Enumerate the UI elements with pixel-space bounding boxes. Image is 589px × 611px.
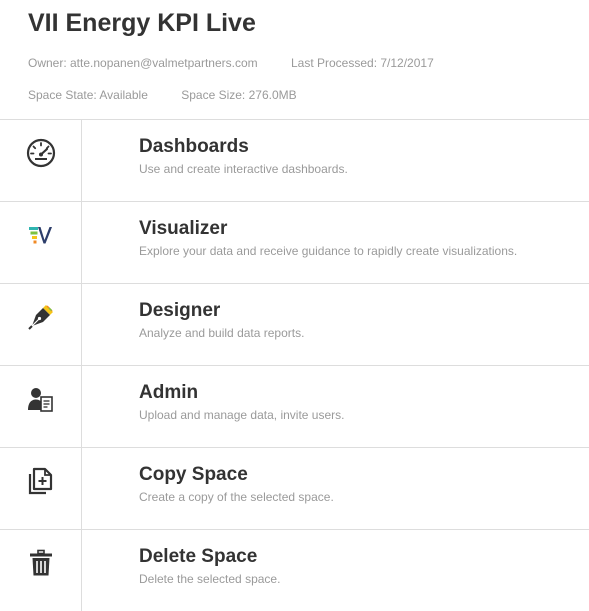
copy-add-icon — [26, 466, 56, 496]
visualizer-logo-icon — [26, 220, 56, 250]
menu-item-delete-space-desc: Delete the selected space. — [139, 572, 281, 586]
menu-item-dashboards-label: Dashboards — [139, 136, 249, 157]
menu-item-delete-space-label: Delete Space — [139, 546, 258, 567]
last-processed-label: Last Processed: 7/12/2017 — [290, 56, 434, 70]
menu-item-visualizer[interactable]: Visualizer Explore your data and receive… — [0, 202, 589, 284]
space-header: VII Energy KPI Live Owner: atte.nopanen@… — [0, 0, 589, 119]
space-state-label: Space State: Available — [28, 88, 148, 102]
menu-item-dashboards-desc: Use and create interactive dashboards. — [139, 162, 348, 176]
owner-label: Owner: atte.nopanen@valmetpartners.com — [28, 56, 258, 70]
menu-item-visualizer-desc: Explore your data and receive guidance t… — [139, 244, 518, 258]
menu-item-copy-space-label: Copy Space — [139, 464, 248, 485]
menu-item-copy-space-desc: Create a copy of the selected space. — [139, 490, 334, 504]
space-size-label: Space Size: 276.0MB — [181, 88, 297, 102]
menu-item-designer[interactable]: Designer Analyze and build data reports. — [0, 284, 589, 366]
pen-nib-icon — [26, 302, 56, 332]
menu-item-admin-desc: Upload and manage data, invite users. — [139, 408, 345, 422]
menu-item-admin-label: Admin — [139, 382, 199, 403]
space-meta-row-1: Owner: atte.nopanen@valmetpartners.com L… — [28, 56, 561, 70]
menu-item-copy-space[interactable]: Copy Space Create a copy of the selected… — [0, 448, 589, 530]
menu-item-designer-desc: Analyze and build data reports. — [139, 326, 305, 340]
menu-item-dashboards[interactable]: Dashboards Use and create interactive da… — [0, 120, 589, 202]
space-title: VII Energy KPI Live — [28, 9, 256, 37]
trash-icon — [26, 548, 56, 578]
space-meta-row-2: Space State: Available Space Size: 276.0… — [28, 88, 561, 102]
speedometer-icon — [26, 138, 56, 168]
menu-item-designer-label: Designer — [139, 300, 221, 321]
space-actions-menu: Dashboards Use and create interactive da… — [0, 119, 589, 611]
user-document-icon — [26, 384, 56, 414]
menu-item-visualizer-label: Visualizer — [139, 218, 228, 239]
menu-item-delete-space[interactable]: Delete Space Delete the selected space. — [0, 530, 589, 611]
menu-item-admin[interactable]: Admin Upload and manage data, invite use… — [0, 366, 589, 448]
